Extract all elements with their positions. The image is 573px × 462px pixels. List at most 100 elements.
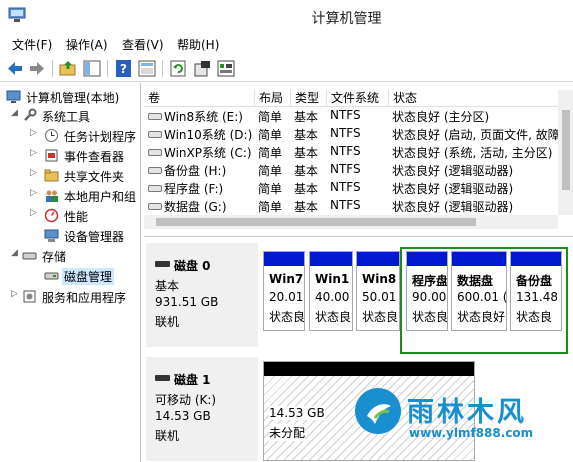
disk-1-label[interactable]: 磁盘 1 可移动 (K:) 14.53 GB 联机 — [146, 357, 258, 461]
volume-layout: 简单 — [258, 110, 283, 124]
column-header-type[interactable]: 类型 — [290, 89, 326, 107]
collapse-arrow-icon[interactable]: ◢ — [11, 248, 18, 258]
toolbar-separator — [162, 60, 163, 77]
volume-status: 状态良好 (逻辑驱动器) — [392, 182, 514, 196]
disk-icon — [155, 375, 170, 381]
help-icon[interactable]: ? — [114, 59, 134, 78]
properties-icon[interactable] — [137, 59, 157, 78]
refresh-icon[interactable] — [168, 59, 188, 78]
up-folder-icon[interactable] — [58, 59, 78, 78]
toolbar-separator — [52, 60, 53, 77]
column-header-volume[interactable]: 卷 — [144, 89, 254, 107]
volume-status: 状态良好 (逻辑驱动器) — [392, 164, 514, 178]
volume-icon — [148, 131, 162, 138]
tree-item-event-viewer[interactable]: ▷ 事件查看器 — [0, 146, 140, 165]
volume-filesystem: NTFS — [330, 126, 361, 140]
volume-row[interactable]: 备份盘 (H:) 简单 基本 NTFS 状态良好 (逻辑驱动器) — [144, 161, 573, 179]
disk-state: 联机 — [155, 315, 180, 329]
tree-item-local-users[interactable]: ▷ 本地用户和组 — [0, 186, 140, 205]
partition-win8[interactable]: Win8 50.01 状态良 — [356, 251, 400, 331]
tree-item-services-apps[interactable]: ▷ 服务和应用程序 — [0, 287, 140, 306]
menu-action[interactable]: 操作(A) — [66, 36, 108, 53]
scrollbar-thumb[interactable] — [156, 218, 476, 226]
expand-arrow-icon[interactable]: ▷ — [30, 168, 37, 178]
volume-layout: 简单 — [258, 200, 283, 214]
partition-status: 状态良 — [269, 310, 305, 324]
disk-size: 931.51 GB — [155, 295, 219, 309]
partition-backup[interactable]: 备份盘 131.48 状态良 — [510, 251, 562, 331]
expand-arrow-icon[interactable]: ▷ — [11, 289, 18, 299]
tree-item-computer-management[interactable]: 计算机管理(本地) — [0, 87, 140, 106]
partition-size: 20.01 — [269, 290, 304, 304]
volume-row[interactable]: 程序盘 (F:) 简单 基本 NTFS 状态良好 (逻辑驱动器) — [144, 179, 573, 197]
volume-list-horizontal-scrollbar[interactable] — [144, 215, 558, 229]
partition-status: 状态良 — [362, 310, 399, 324]
expand-arrow-icon[interactable]: ▷ — [30, 148, 37, 158]
volume-row[interactable]: 数据盘 (G:) 简单 基本 NTFS 状态良好 (逻辑驱动器) — [144, 197, 573, 215]
partition-status: 状态良 — [516, 310, 553, 324]
volume-icon — [148, 203, 162, 210]
column-header-layout[interactable]: 布局 — [254, 89, 290, 107]
volume-filesystem: NTFS — [330, 162, 361, 176]
tree-item-device-manager[interactable]: 设备管理器 — [0, 226, 140, 245]
partition-bar — [310, 252, 352, 266]
partition-bar — [511, 252, 561, 266]
clock-icon — [45, 129, 58, 142]
column-header-status[interactable]: 状态 — [388, 89, 573, 107]
expand-arrow-icon[interactable]: ▷ — [30, 128, 37, 138]
partition-size: 131.48 — [516, 290, 558, 304]
disk-icon — [155, 261, 170, 267]
volume-list-vertical-scrollbar[interactable] — [558, 90, 573, 215]
export-list-icon[interactable] — [216, 59, 236, 78]
volume-row[interactable]: Win10系统 (D:) 简单 基本 NTFS 状态良好 (启动, 页面文件, … — [144, 125, 573, 143]
partition-name: 备份盘 — [516, 274, 553, 288]
column-header-filesystem[interactable]: 文件系统 — [326, 89, 388, 107]
collapse-arrow-icon[interactable]: ◢ — [11, 108, 18, 118]
disk-type: 基本 — [155, 279, 180, 293]
show-hide-tree-icon[interactable] — [82, 59, 102, 78]
tree-item-disk-management[interactable]: 磁盘管理 — [0, 266, 140, 285]
back-icon[interactable] — [5, 59, 25, 78]
partition-data[interactable]: 数据盘 600.01 ( 状态良好 — [451, 251, 507, 331]
volume-name: 数据盘 (G:) — [164, 200, 227, 214]
tree-item-task-scheduler[interactable]: ▷ 任务计划程序 — [0, 126, 140, 145]
volume-row[interactable]: WinXP系统 (C:) 简单 基本 NTFS 状态良好 (系统, 活动, 主分… — [144, 143, 573, 161]
partition-status: 状态良 — [315, 310, 352, 324]
partition-program[interactable]: 程序盘 90.00 状态良 — [406, 251, 448, 331]
partition-win10[interactable]: Win1 40.00 状态良 — [309, 251, 353, 331]
tree-item-storage[interactable]: ◢ 存储 — [0, 246, 140, 265]
navigation-tree: 计算机管理(本地) ◢ 系统工具 ▷ 任务计划程序 ▷ 事件查看器 ▷ 共享文件… — [0, 83, 141, 462]
forward-icon[interactable] — [27, 59, 47, 78]
tree-item-label: 设备管理器 — [64, 230, 125, 244]
event-viewer-icon — [45, 149, 58, 162]
partition-win7[interactable]: Win7 20.01 状态良 — [263, 251, 305, 331]
menu-file[interactable]: 文件(F) — [12, 36, 52, 53]
partition-bar — [357, 252, 399, 266]
volume-row[interactable]: Win8系统 (E:) 简单 基本 NTFS 状态良好 (主分区) — [144, 107, 573, 125]
tree-item-shared-folders[interactable]: ▷ 共享文件夹 — [0, 166, 140, 185]
tree-item-label: 服务和应用程序 — [42, 291, 127, 305]
settings-icon[interactable] — [192, 59, 212, 78]
partition-bar — [407, 252, 447, 266]
tree-item-performance[interactable]: ▷ 性能 — [0, 206, 140, 225]
volume-layout: 简单 — [258, 182, 283, 196]
volume-icon — [148, 149, 162, 156]
volume-name: Win10系统 (D:) — [164, 128, 253, 142]
unallocated-size: 14.53 GB — [269, 406, 325, 420]
expand-arrow-icon[interactable]: ▷ — [30, 188, 37, 198]
volume-layout: 简单 — [258, 146, 283, 160]
menu-help[interactable]: 帮助(H) — [177, 36, 219, 53]
disk-0-label[interactable]: 磁盘 0 基本 931.51 GB 联机 — [146, 243, 258, 347]
tree-item-label: 事件查看器 — [64, 150, 125, 164]
volume-list: 卷 布局 类型 文件系统 状态 Win8系统 (E:) 简单 基本 NTFS 状… — [144, 83, 573, 233]
expand-arrow-icon[interactable]: ▷ — [30, 208, 37, 218]
menu-view[interactable]: 查看(V) — [122, 36, 164, 53]
partition-name: Win1 — [315, 272, 350, 286]
volume-filesystem: NTFS — [330, 108, 361, 122]
tree-item-system-tools[interactable]: ◢ 系统工具 — [0, 106, 140, 125]
volume-type: 基本 — [294, 164, 319, 178]
shared-folder-icon — [44, 169, 59, 182]
window-title: 计算机管理 — [311, 11, 382, 27]
volume-icon — [148, 185, 162, 192]
scrollbar-thumb[interactable] — [562, 110, 570, 190]
